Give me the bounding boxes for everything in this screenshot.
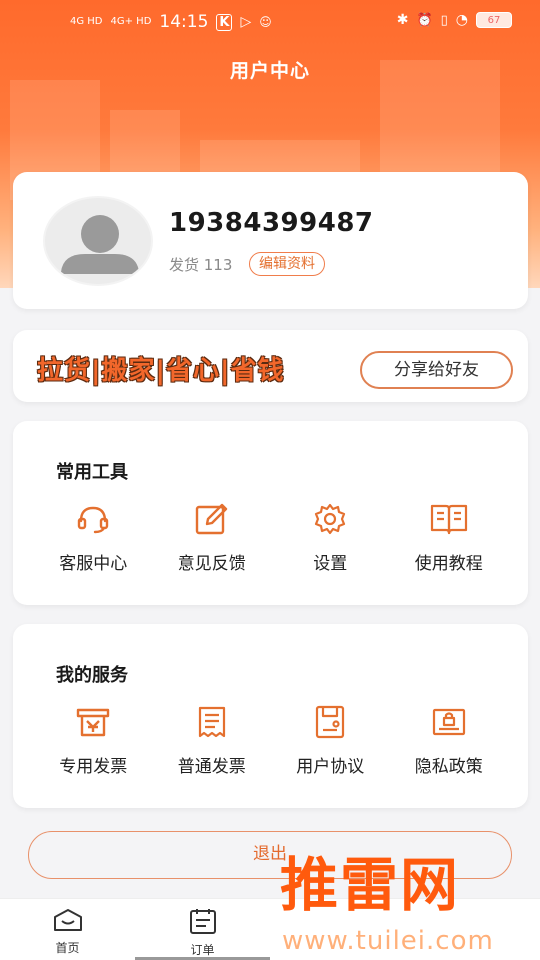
shipment-count: 发货 113 <box>169 256 233 274</box>
home-icon <box>0 907 135 937</box>
share-button[interactable]: 分享给好友 <box>360 351 513 389</box>
privacy-lock-icon <box>390 704 509 740</box>
services-section: 我的服务 专用发票 普通发票 用户协议 隐私政策 <box>13 624 528 808</box>
special-invoice-item[interactable]: 专用发票 <box>34 704 153 777</box>
tutorial-label: 使用教程 <box>414 554 483 574</box>
app-notification-icon: ☺ <box>259 15 272 29</box>
tab-orders-label: 订单 <box>190 943 215 957</box>
tools-section: 常用工具 客服中心 意见反馈 设置 使用教程 <box>13 421 528 605</box>
gear-icon <box>271 501 390 537</box>
invoice-icon <box>153 704 272 740</box>
customer-service-label: 客服中心 <box>59 554 128 574</box>
wifi-icon: ◔ <box>455 12 468 28</box>
vibrate-icon: ▯ <box>440 12 448 28</box>
services-title: 我的服务 <box>56 665 128 686</box>
tab-home[interactable]: 首页 <box>0 899 135 960</box>
watermark-brand: 推雷网 <box>280 851 461 919</box>
watermark: 推雷网 www.tuilei.com <box>270 838 540 960</box>
signal-1-indicator: 4G HD <box>70 16 103 27</box>
default-avatar-icon <box>61 215 139 274</box>
battery-icon: 67 <box>476 12 512 28</box>
clock: 14:15 <box>159 12 209 32</box>
book-icon <box>390 501 509 537</box>
tools-title: 常用工具 <box>56 462 128 483</box>
bluetooth-icon: ✱ <box>396 12 409 28</box>
user-agreement-item[interactable]: 用户协议 <box>271 704 390 777</box>
privacy-policy-label: 隐私政策 <box>414 757 483 777</box>
tab-home-label: 首页 <box>55 941 80 955</box>
regular-invoice-label: 普通发票 <box>177 757 246 777</box>
feedback-edit-icon <box>153 501 272 537</box>
user-agreement-label: 用户协议 <box>296 757 365 777</box>
profile-card: 19384399487 发货 113 编辑资料 <box>13 172 528 309</box>
tab-orders[interactable]: 订单 <box>135 899 270 960</box>
avatar[interactable] <box>43 196 153 286</box>
feedback-item[interactable]: 意见反馈 <box>153 501 272 574</box>
play-icon: ▷ <box>240 14 252 30</box>
headset-icon <box>34 501 153 537</box>
signal-2-indicator: 4G+ HD <box>110 16 152 27</box>
special-invoice-icon <box>34 704 153 740</box>
privacy-policy-item[interactable]: 隐私政策 <box>390 704 509 777</box>
settings-item[interactable]: 设置 <box>271 501 390 574</box>
regular-invoice-item[interactable]: 普通发票 <box>153 704 272 777</box>
status-bar: 4G HD 4G+ HD 14:15 K ▷ ☺ ✱ ⏰ ▯ ◔ 67 <box>0 0 540 44</box>
special-invoice-label: 专用发票 <box>59 757 128 777</box>
edit-profile-button[interactable]: 编辑资料 <box>249 252 325 276</box>
alarm-icon: ⏰ <box>416 12 433 28</box>
page-title: 用户中心 <box>229 60 310 82</box>
customer-service-item[interactable]: 客服中心 <box>34 501 153 574</box>
notification-k-icon: K <box>216 13 233 31</box>
phone-number: 19384399487 <box>169 208 374 238</box>
feedback-label: 意见反馈 <box>177 554 246 574</box>
order-list-icon <box>135 907 270 939</box>
slogan-text: 拉货|搬家|省心|省钱 <box>37 356 285 386</box>
agreement-icon <box>271 704 390 740</box>
slogan-banner: 拉货|搬家|省心|省钱 分享给好友 <box>13 330 528 402</box>
settings-label: 设置 <box>313 554 348 574</box>
tutorial-item[interactable]: 使用教程 <box>390 501 509 574</box>
watermark-url: www.tuilei.com <box>282 926 494 956</box>
